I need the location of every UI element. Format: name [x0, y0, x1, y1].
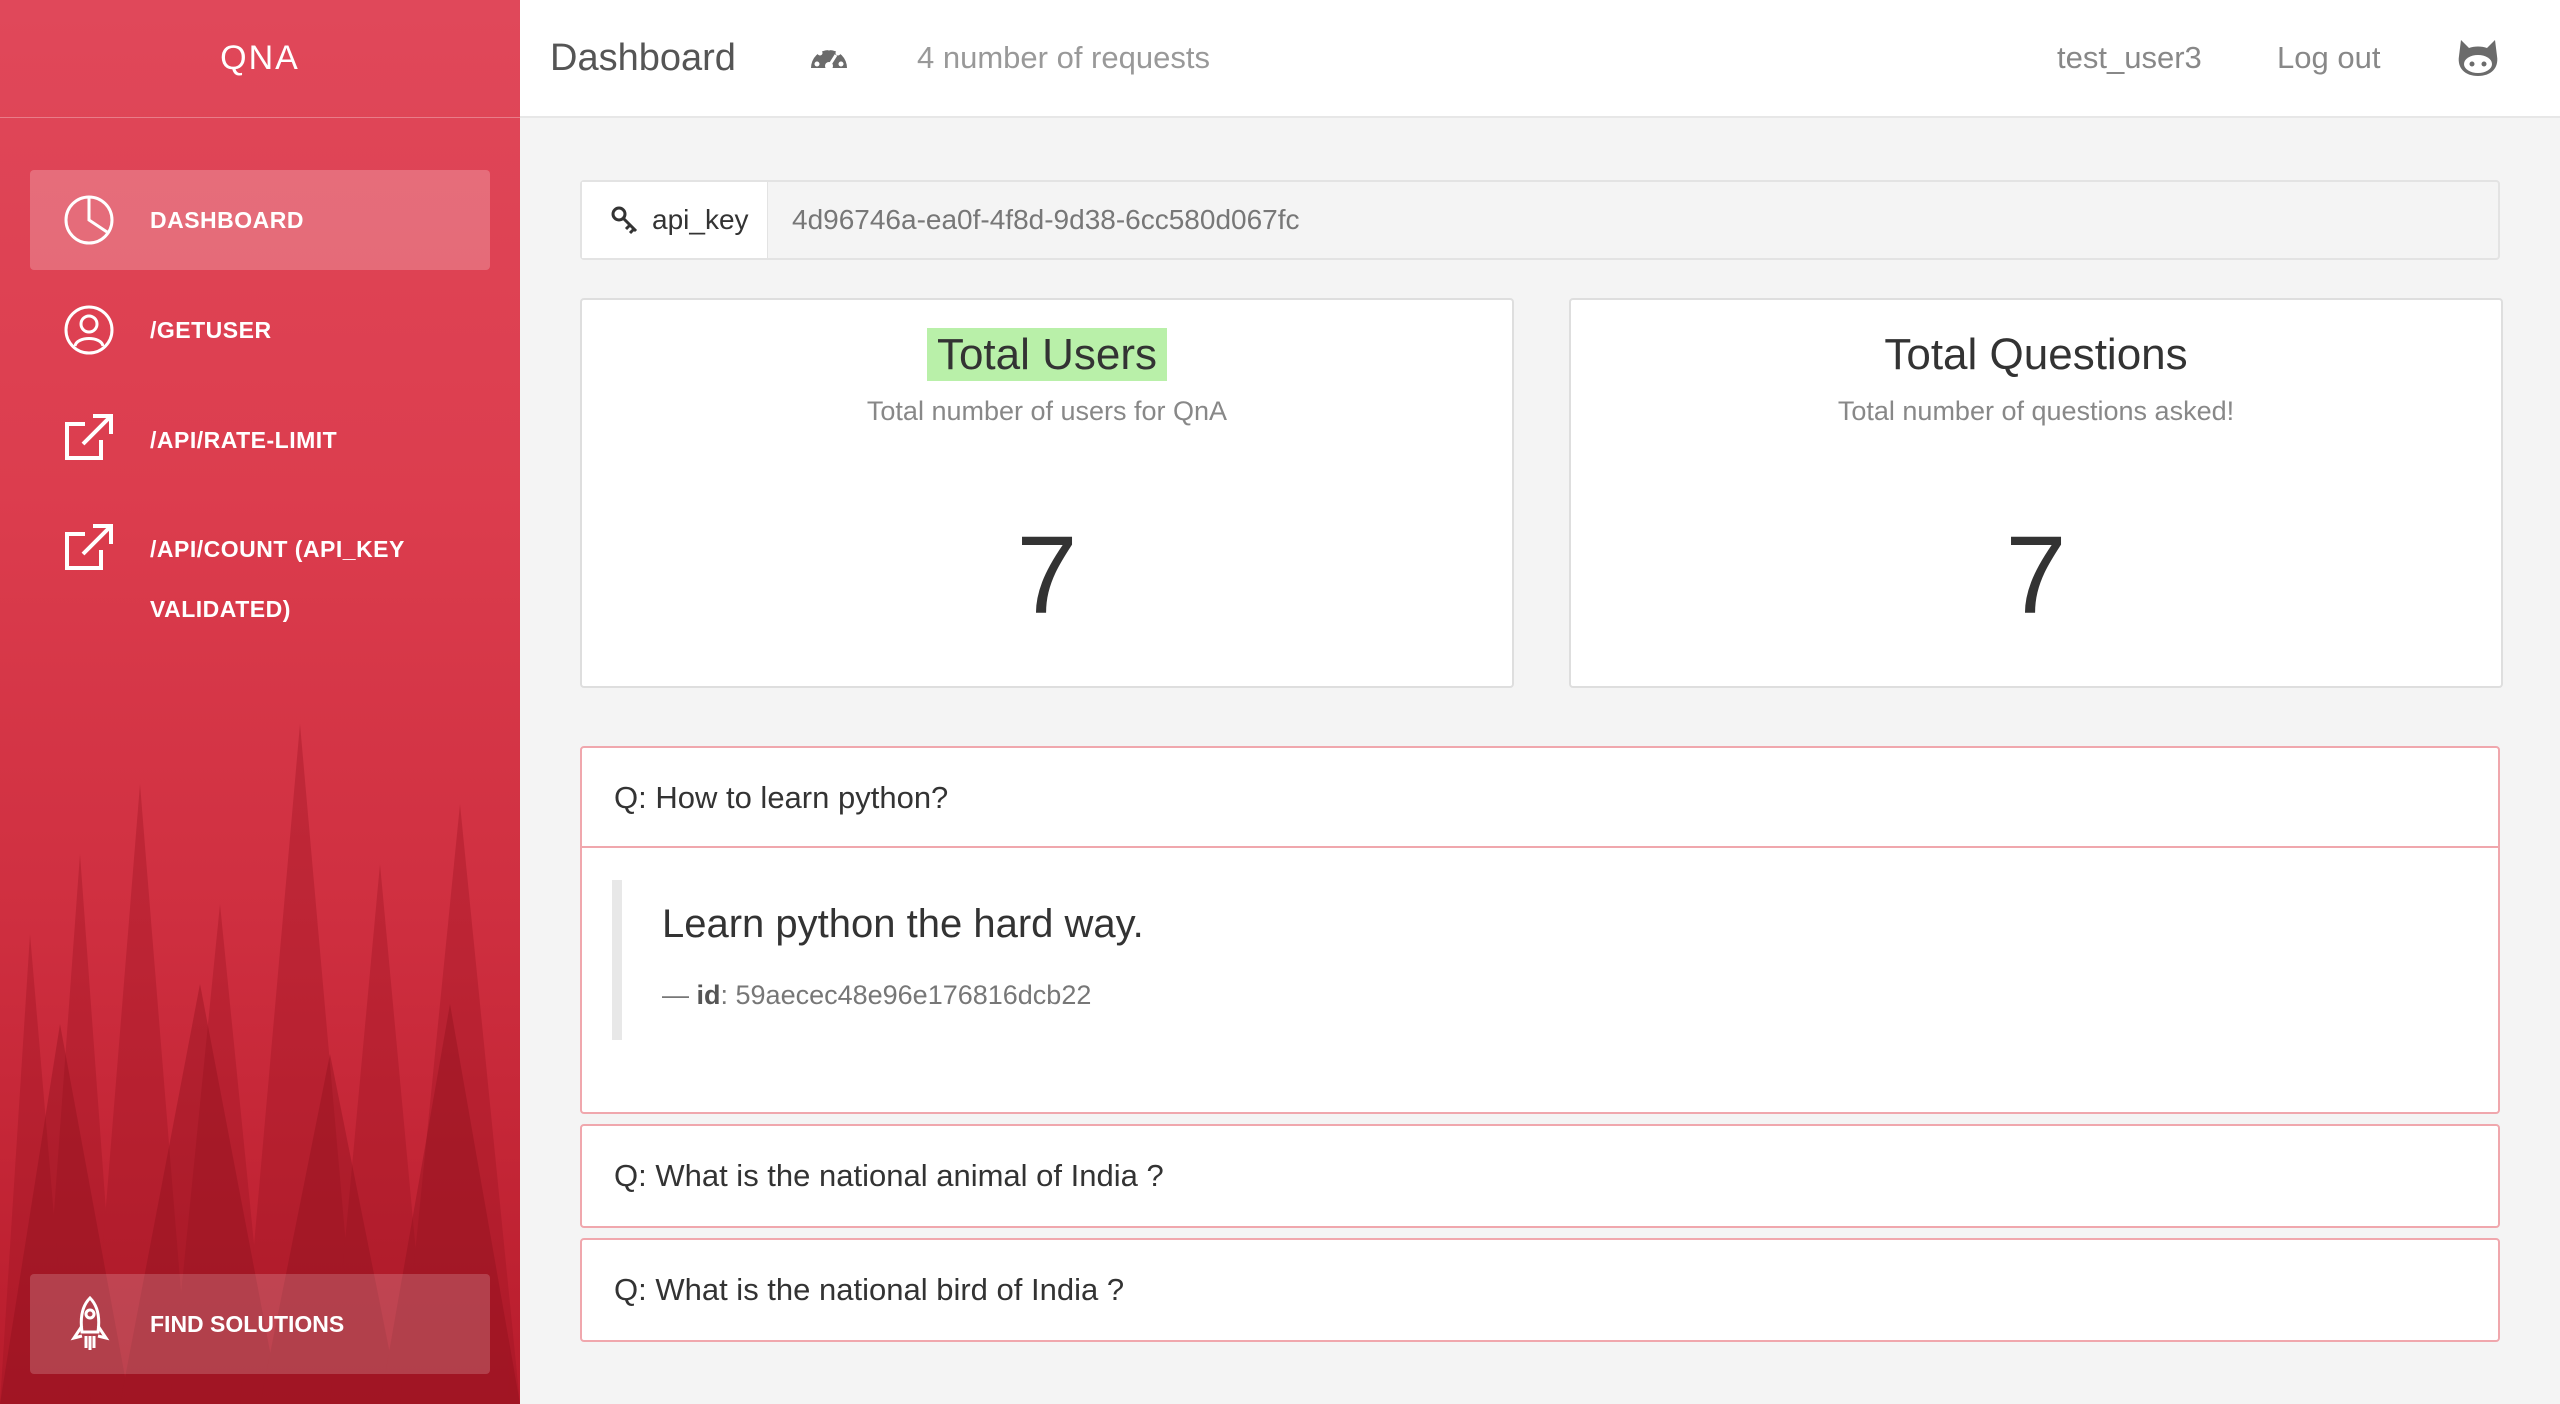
api-key-label: api_key [652, 204, 749, 235]
answer-id: — id: 59aecec48e96e176816dcb22 [662, 980, 1091, 1011]
rocket-icon [70, 1296, 110, 1350]
card-value: 7 [2005, 514, 2067, 637]
sidebar-item-label: /GETUSER [150, 317, 272, 343]
request-count: 4 number of requests [917, 40, 1210, 75]
page-title: Dashboard [550, 37, 736, 79]
question-panel: Q: What is the national animal of India … [580, 1124, 2500, 1228]
total-questions-card: Total Questions Total number of question… [1569, 298, 2503, 688]
sidebar-item-dashboard[interactable]: DASHBOARD [30, 170, 490, 270]
api-key-label-addon: api_key [582, 182, 768, 258]
question-header[interactable]: Q: What is the national bird of India ? [582, 1240, 2498, 1340]
card-subtitle: Total number of questions asked! [1837, 396, 2235, 426]
sidebar-item-api-count[interactable]: /API/COUNT (API_KEY VALIDATED) [30, 500, 490, 640]
sidebar-item-label: /API/COUNT (API_KEY [150, 536, 405, 562]
answer-id-dash: — [662, 980, 697, 1010]
question-header[interactable]: Q: How to learn python? [582, 748, 2498, 848]
card-subtitle: Total number of users for QnA [866, 396, 1228, 426]
api-key-field: api_key 4d96746a-ea0f-4f8d-9d38-6cc580d0… [580, 180, 2500, 260]
logout-link[interactable]: Log out [2277, 0, 2380, 116]
card-title: Total Questions [1884, 330, 2188, 379]
sidebar-item-label: DASHBOARD [150, 207, 304, 233]
card-title: Total Users [926, 328, 1168, 381]
question-panel: Q: What is the national bird of India ? [580, 1238, 2500, 1342]
question-panel: Q: How to learn python? Learn python the… [580, 746, 2500, 1114]
sidebar-item-rate-limit[interactable]: /API/RATE-LIMIT [30, 390, 490, 490]
sidebar-item-label: VALIDATED) [150, 596, 291, 622]
answer-id-key: id [696, 980, 721, 1010]
username-link[interactable]: test_user3 [2057, 0, 2202, 116]
answer-text: Learn python the hard way. [662, 902, 1144, 946]
sidebar-item-label: /API/RATE-LIMIT [150, 427, 338, 453]
sidebar: QNA DASHBOARD /GETUSER /API/RATE-LIMIT /… [0, 0, 520, 1404]
pie-chart-icon [64, 195, 114, 245]
sidebar-item-getuser[interactable]: /GETUSER [30, 280, 490, 380]
brand-logo[interactable]: QNA [0, 0, 520, 118]
answer-blockquote: Learn python the hard way. — id: 59aecec… [612, 880, 1612, 1040]
total-users-card: Total Users Total number of users for Qn… [580, 298, 1514, 688]
card-value: 7 [1016, 514, 1078, 637]
find-solutions-label: FIND SOLUTIONS [150, 1311, 345, 1337]
external-link-icon [65, 524, 113, 570]
key-icon [611, 206, 638, 235]
api-key-value[interactable]: 4d96746a-ea0f-4f8d-9d38-6cc580d067fc [792, 182, 1300, 258]
question-header[interactable]: Q: What is the national animal of India … [582, 1126, 2498, 1226]
user-icon [64, 305, 114, 355]
external-link-icon [65, 414, 113, 460]
find-solutions-button[interactable]: FIND SOLUTIONS [30, 1274, 490, 1374]
top-bar: Dashboard 4 number of requests test_user… [520, 0, 2560, 118]
dashboard-gauge-icon [811, 45, 847, 70]
github-icon[interactable] [2457, 38, 2499, 78]
answer-id-value: : 59aecec48e96e176816dcb22 [720, 980, 1092, 1010]
